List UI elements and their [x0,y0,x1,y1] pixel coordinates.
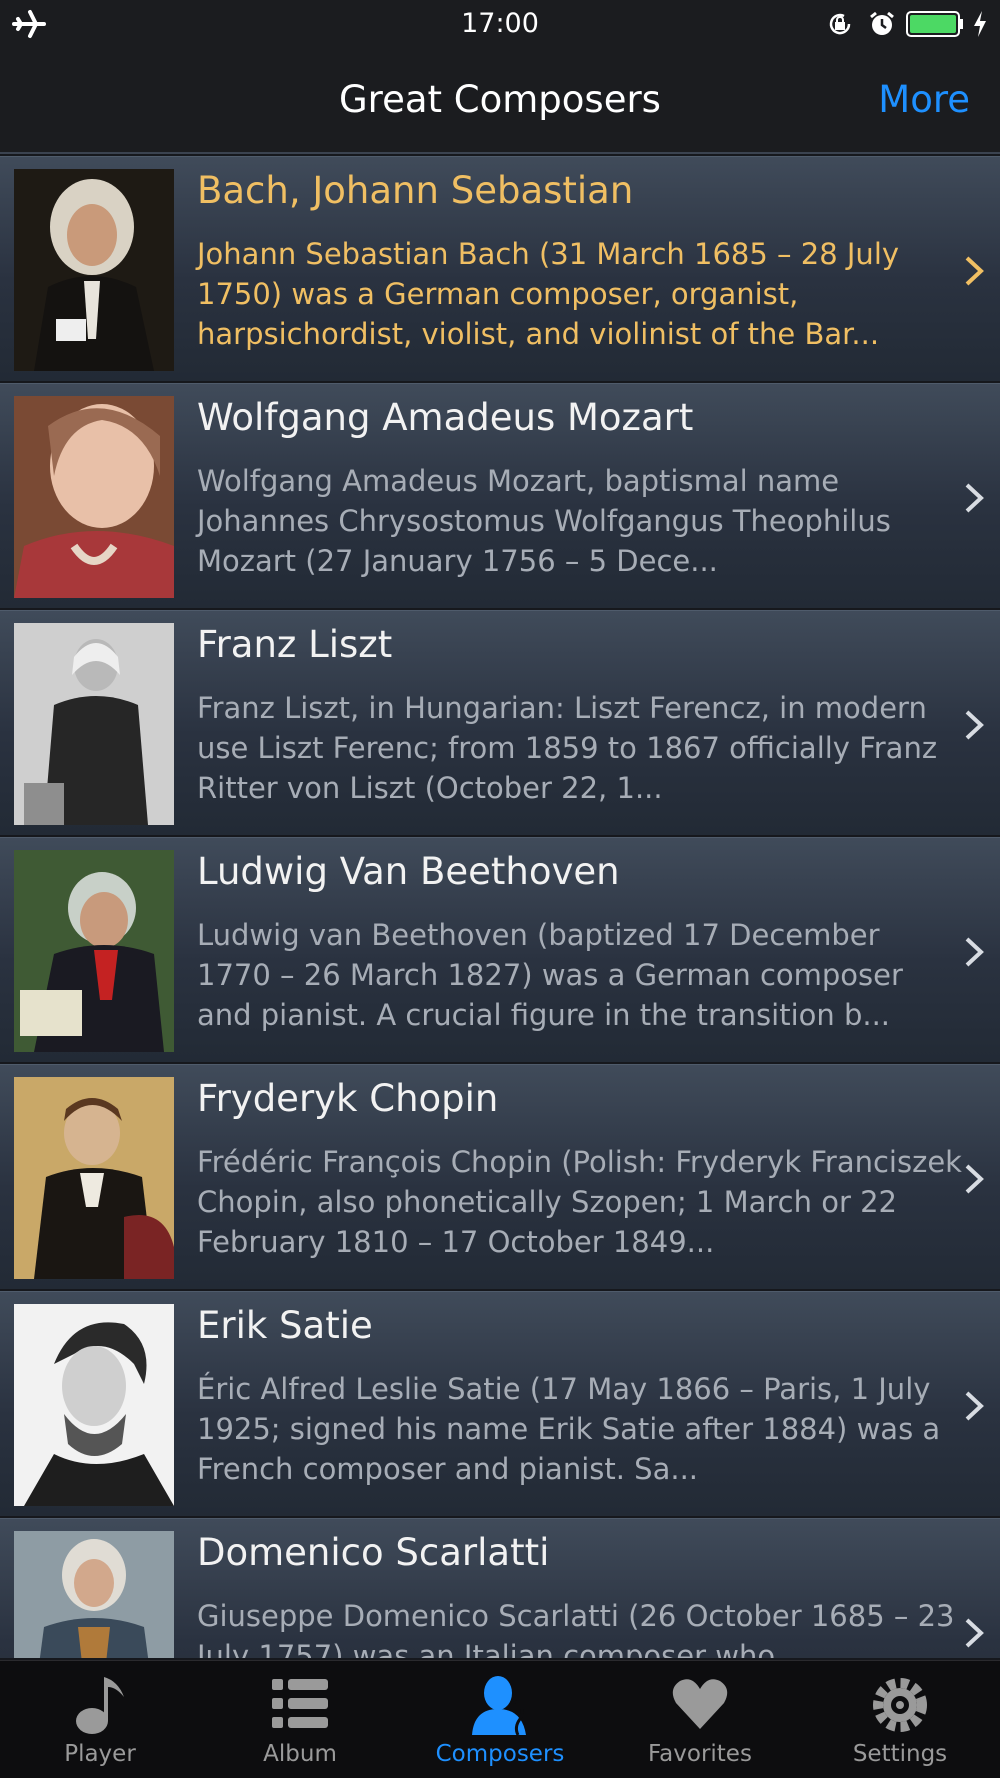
chevron-right-icon [965,710,984,740]
composer-name: Ludwig Van Beethoven [197,850,620,893]
composer-portrait [14,396,174,598]
tab-favorites[interactable]: Favorites [600,1661,800,1778]
tab-settings[interactable]: Settings [800,1661,1000,1778]
composer-description: Ludwig van Beethoven (baptized 17 Decemb… [197,918,903,1032]
composer-row-chopin[interactable]: Fryderyk Chopin Frédéric François Chopin… [0,1064,1000,1289]
heart-icon [672,1679,728,1729]
composer-portrait [14,623,174,825]
composer-portrait [14,1077,174,1279]
tab-label: Favorites [648,1741,752,1767]
composer-list[interactable]: Bach, Johann Sebastian Johann Sebastian … [0,156,1000,1658]
composer-name: Erik Satie [197,1304,373,1347]
composer-portrait [14,1531,174,1658]
composer-portrait [14,850,174,1052]
composer-name: Fryderyk Chopin [197,1077,499,1120]
composer-row-bach[interactable]: Bach, Johann Sebastian Johann Sebastian … [0,156,1000,381]
status-bar: 17:00 [0,0,1000,50]
composer-name: Bach, Johann Sebastian [197,169,634,212]
composer-portrait [14,169,174,371]
list-icon [272,1679,328,1728]
battery-icon [906,11,963,37]
tab-label: Player [64,1741,136,1767]
nav-bar: Great Composers More [0,50,1000,154]
composer-name: Domenico Scarlatti [197,1531,550,1574]
alarm-icon [870,11,894,35]
chevron-right-icon [965,483,984,513]
page-title: Great Composers [339,78,661,121]
rotation-lock-icon [829,13,851,35]
composer-description: Johann Sebastian Bach (31 March 1685 – 2… [197,237,900,351]
tab-label: Composers [435,1741,565,1767]
composer-name: Wolfgang Amadeus Mozart [197,396,694,439]
composer-description: Wolfgang Amadeus Mozart, baptismal name … [197,464,891,578]
composer-row-beethoven[interactable]: Ludwig Van Beethoven Ludwig van Beethove… [0,837,1000,1062]
composer-row-satie[interactable]: Erik Satie Éric Alfred Leslie Satie (17 … [0,1291,1000,1516]
tab-bar: Player Album Composers Favorites Setting… [0,1660,1000,1778]
composer-description: Frédéric François Chopin (Polish: Fryder… [197,1145,962,1259]
tab-album[interactable]: Album [200,1661,400,1778]
chevron-right-icon [965,1618,984,1648]
chevron-right-icon [965,1391,984,1421]
composer-row-mozart[interactable]: Wolfgang Amadeus Mozart Wolfgang Amadeus… [0,383,1000,608]
composer-name: Franz Liszt [197,623,393,666]
composer-row-liszt[interactable]: Franz Liszt Franz Liszt, in Hungarian: L… [0,610,1000,835]
tab-label: Settings [852,1741,948,1767]
composer-description: Éric Alfred Leslie Satie (17 May 1866 – … [197,1372,941,1486]
chevron-right-icon [965,256,984,286]
charging-icon [974,11,986,37]
composer-description: Franz Liszt, in Hungarian: Liszt Ferencz… [197,691,938,805]
tab-label: Album [263,1741,337,1767]
composer-icon [472,1676,526,1736]
composer-portrait [14,1304,174,1506]
tab-composers[interactable]: Composers [400,1661,600,1778]
more-button[interactable]: More [878,78,970,121]
composer-row-scarlatti[interactable]: Domenico Scarlatti Giuseppe Domenico Sca… [0,1518,1000,1658]
composer-description: Giuseppe Domenico Scarlatti (26 October … [197,1599,955,1658]
chevron-right-icon [965,1164,984,1194]
gear-icon [873,1678,927,1732]
tab-player[interactable]: Player [0,1661,200,1778]
music-note-icon [76,1677,124,1734]
chevron-right-icon [965,937,984,967]
